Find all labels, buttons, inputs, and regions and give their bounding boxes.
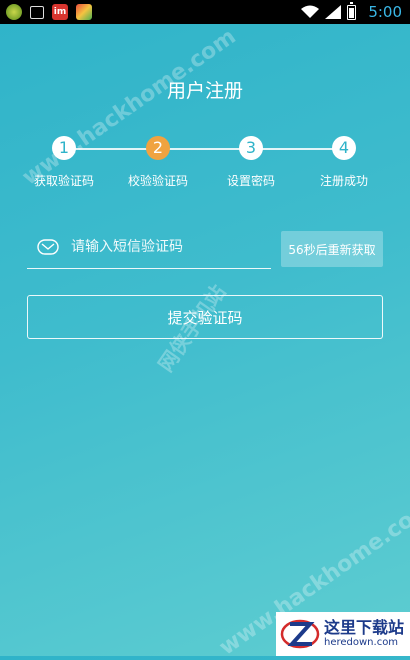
brand-name: 这里下载站: [324, 618, 405, 637]
step-label: 设置密码: [226, 174, 275, 188]
step-register-success: 4 注册成功: [299, 136, 389, 189]
code-field: [27, 226, 271, 269]
step-number: 3: [239, 136, 263, 160]
brand-url: heredown.com: [324, 637, 399, 648]
sms-code-input[interactable]: [69, 238, 271, 256]
registration-stepper: 1 获取验证码 2 校验验证码 3 设置密码 4 注册成功: [22, 136, 388, 192]
signal-icon: [325, 5, 342, 19]
bag-icon: [30, 5, 44, 19]
resend-code-button[interactable]: 56秒后重新获取: [281, 231, 383, 267]
mail-icon: [37, 239, 59, 255]
status-bar: im 5:00: [0, 0, 410, 24]
status-clock: 5:00: [368, 3, 402, 21]
brand-logo-icon: [280, 619, 320, 649]
im-icon: im: [52, 4, 68, 20]
step-label: 注册成功: [319, 174, 368, 188]
page-title: 用户注册: [166, 80, 243, 102]
step-set-password: 3 设置密码: [206, 136, 296, 189]
submit-code-button[interactable]: 提交验证码: [27, 295, 383, 339]
step-label: 获取验证码: [33, 174, 94, 188]
step-verify-code: 2 校验验证码: [113, 136, 203, 189]
step-number: 4: [332, 136, 356, 160]
battery-icon: [347, 1, 357, 20]
step-get-code: 1 获取验证码: [19, 136, 109, 189]
step-label: 校验验证码: [127, 174, 188, 188]
system-icons: 5:00: [301, 1, 410, 21]
verification-row: 56秒后重新获取: [27, 226, 383, 269]
notification-icons: im: [0, 4, 92, 20]
wifi-icon: [301, 5, 320, 18]
app-icon: [76, 4, 92, 20]
step-number: 1: [52, 136, 76, 160]
step-number-active: 2: [146, 136, 170, 160]
brand-watermark: 这里下载站 heredown.com: [276, 612, 410, 656]
globe-icon: [6, 4, 22, 20]
